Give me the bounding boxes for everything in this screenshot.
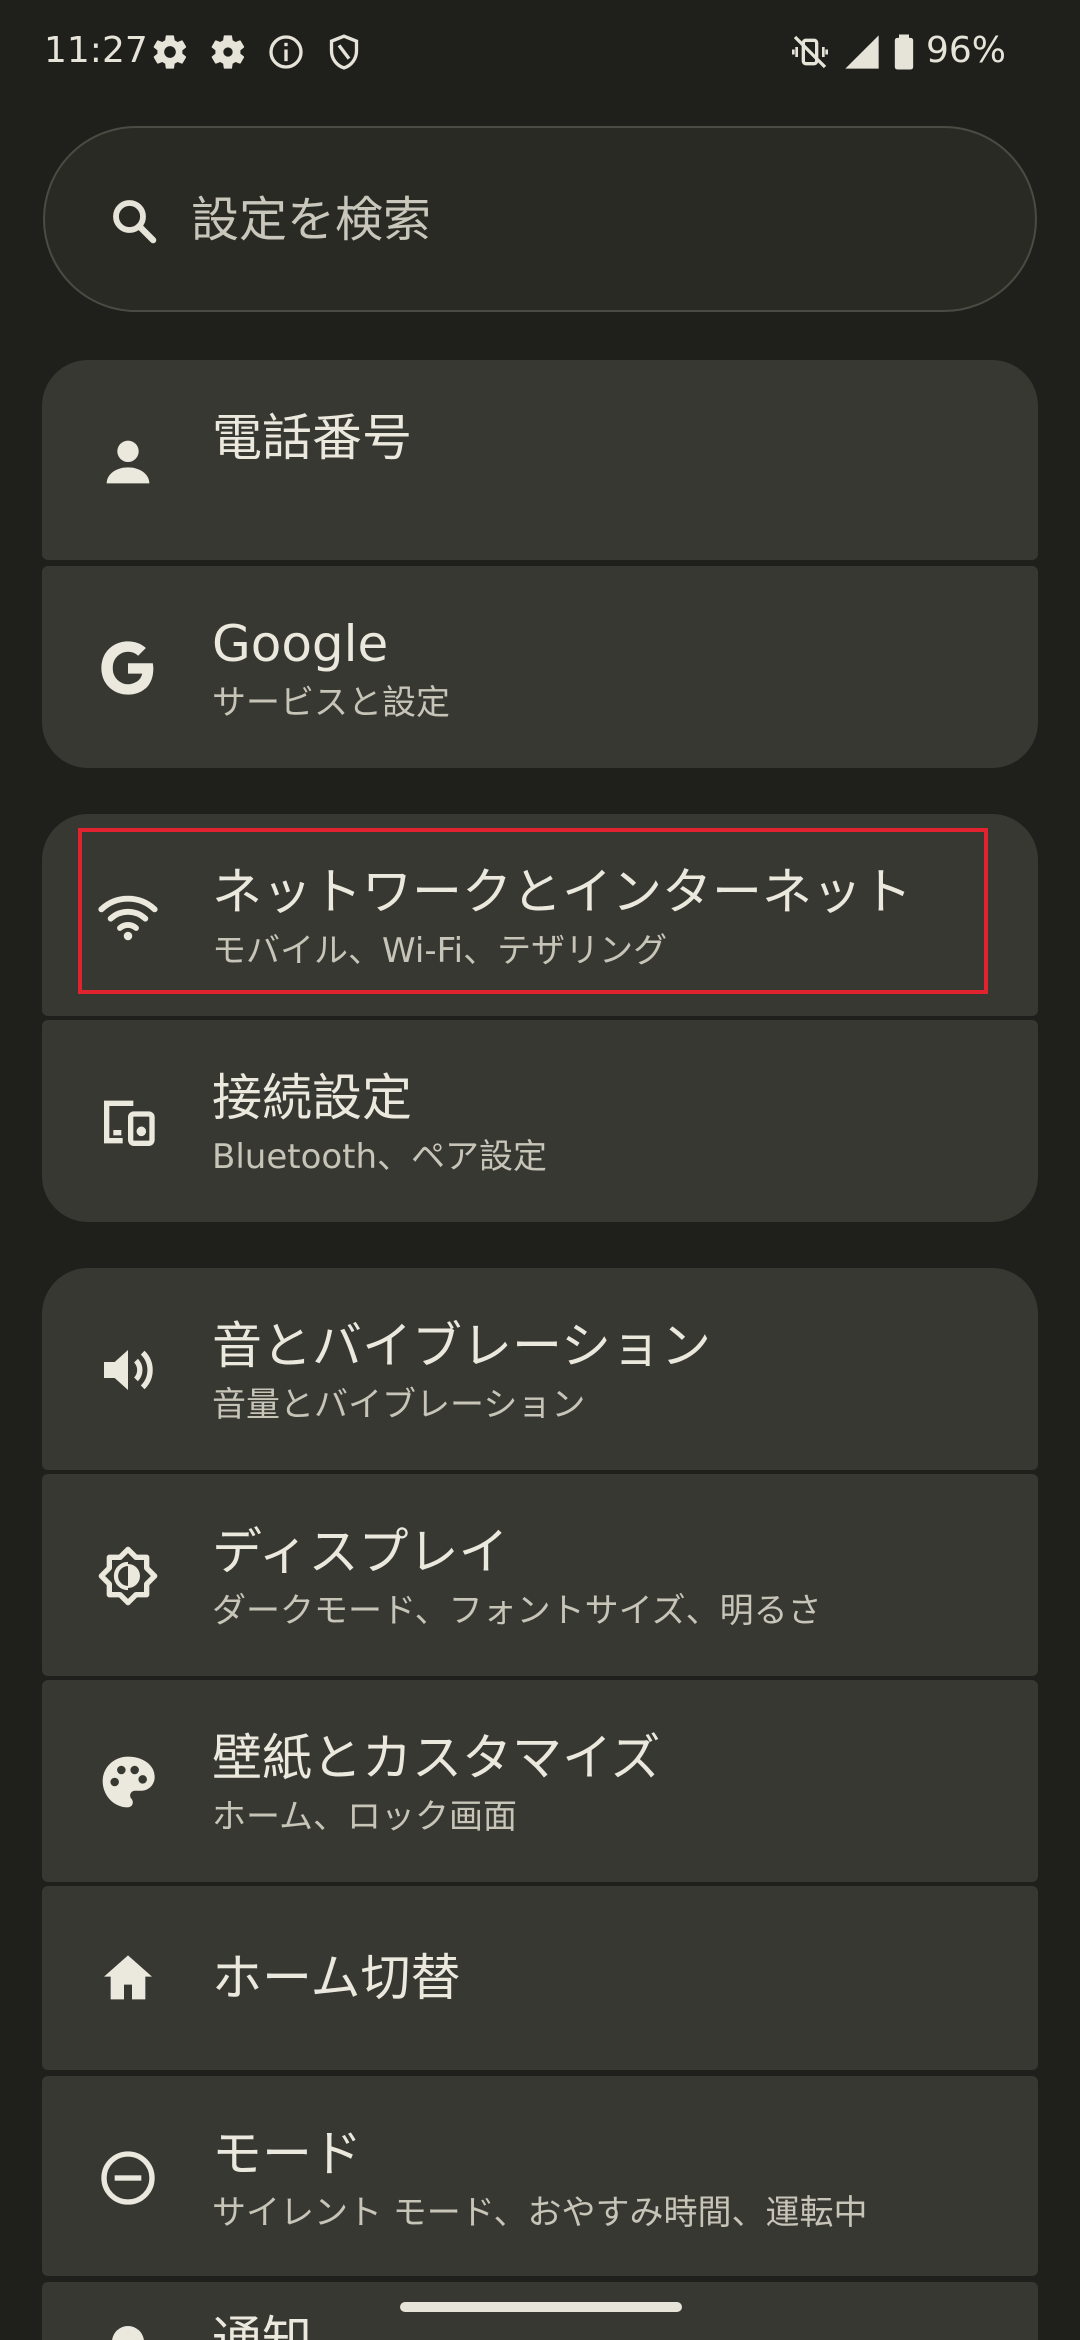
settings-item-title: 壁紙とカスタマイズ: [212, 1729, 661, 1787]
google-icon: [96, 636, 160, 700]
battery-percent: 96%: [926, 30, 1007, 71]
settings-item-phone-number[interactable]: 電話番号: [42, 360, 1038, 560]
vibrate-off-icon: [790, 32, 830, 72]
palette-icon: [96, 1750, 160, 1814]
settings-item-subtitle: サービスと設定: [212, 683, 450, 723]
status-bar: 11:27 96%: [0, 0, 1080, 100]
brightness-icon: [96, 1544, 160, 1608]
settings-item-modes[interactable]: モード サイレント モード、おやすみ時間、運転中: [42, 2076, 1038, 2276]
battery-icon: [884, 32, 924, 72]
settings-item-title: ホーム切替: [212, 1949, 461, 2007]
gear-icon: [208, 32, 248, 72]
settings-item-subtitle: ホーム、ロック画面: [212, 1797, 517, 1837]
settings-item-connections[interactable]: 接続設定 Bluetooth、ペア設定: [42, 1020, 1038, 1222]
volume-icon: [96, 1338, 160, 1402]
search-bar[interactable]: 設定を検索: [43, 126, 1037, 312]
shield-icon: [324, 32, 364, 72]
home-indicator[interactable]: [400, 2302, 682, 2312]
settings-item-google[interactable]: Google サービスと設定: [42, 566, 1038, 768]
info-icon: [266, 32, 306, 72]
settings-item-display[interactable]: ディスプレイ ダークモード、フォントサイズ、明るさ: [42, 1474, 1038, 1676]
settings-item-subtitle: 音量とバイブレーション: [212, 1385, 586, 1425]
gear-icon: [150, 32, 190, 72]
settings-item-subtitle: ダークモード、フォントサイズ、明るさ: [212, 1591, 822, 1631]
search-icon: [107, 194, 161, 248]
home-icon: [96, 1946, 160, 2010]
settings-item-wallpaper[interactable]: 壁紙とカスタマイズ ホーム、ロック画面: [42, 1680, 1038, 1882]
person-icon: [96, 430, 160, 494]
settings-item-title: 接続設定: [212, 1069, 412, 1127]
settings-item-sound[interactable]: 音とバイブレーション 音量とバイブレーション: [42, 1268, 1038, 1470]
bell-icon: [96, 2318, 160, 2340]
status-time: 11:27: [44, 30, 148, 71]
signal-icon: [842, 32, 882, 72]
do-not-disturb-icon: [96, 2146, 160, 2210]
settings-item-subtitle: サイレント モード、おやすみ時間、運転中: [212, 2193, 868, 2233]
highlight-box: [78, 828, 988, 994]
settings-item-title: 音とバイブレーション: [212, 1317, 711, 1375]
settings-item-title: 電話番号: [212, 409, 412, 467]
settings-item-subtitle: Bluetooth、ペア設定: [212, 1137, 548, 1177]
settings-item-title: Google: [212, 615, 389, 673]
settings-item-title: ディスプレイ: [212, 1523, 509, 1581]
settings-item-home-switch[interactable]: ホーム切替: [42, 1886, 1038, 2070]
settings-item-title: 通知: [212, 2311, 312, 2340]
devices-icon: [96, 1090, 160, 1154]
settings-screen: 11:27 96% 設定を検索 電話番号 Google サービスと設定 ネットワ…: [0, 0, 1080, 2340]
settings-item-title: モード: [212, 2125, 362, 2183]
search-placeholder: 設定を検索: [191, 192, 432, 248]
